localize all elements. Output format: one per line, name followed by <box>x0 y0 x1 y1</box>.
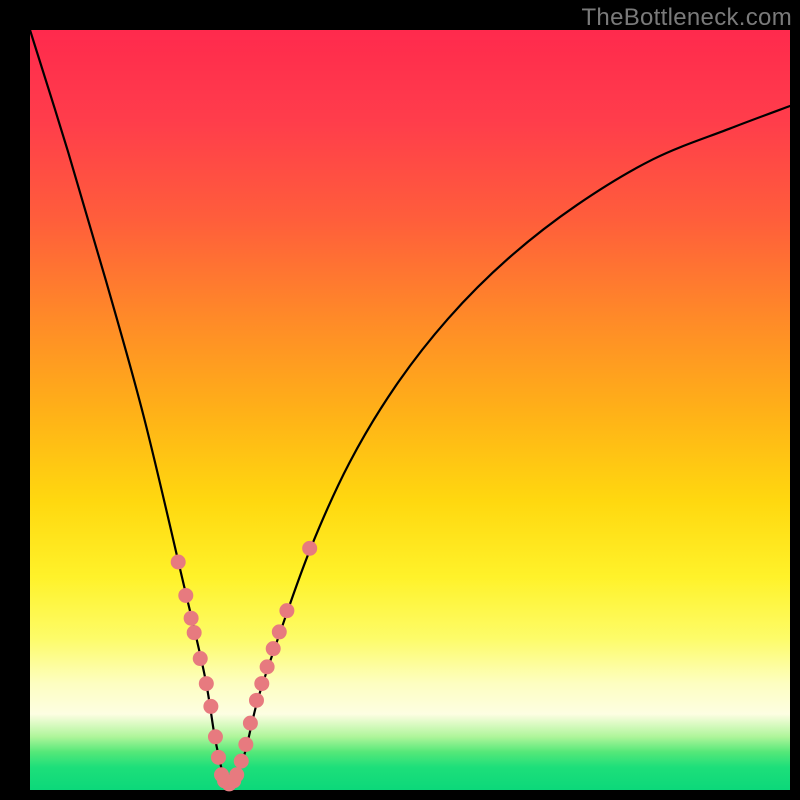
curve-marker <box>272 625 286 639</box>
curve-marker <box>239 737 253 751</box>
curve-marker <box>260 660 274 674</box>
curve-marker <box>187 626 201 640</box>
curve-marker <box>243 716 257 730</box>
curve-marker <box>179 588 193 602</box>
curve-marker <box>234 754 248 768</box>
curve-marker <box>266 642 280 656</box>
chart-frame: TheBottleneck.com <box>0 0 800 800</box>
curve-marker <box>303 541 317 555</box>
watermark-text: TheBottleneck.com <box>581 4 792 32</box>
curve-marker <box>184 611 198 625</box>
chart-svg <box>30 30 790 790</box>
curve-marker <box>249 693 263 707</box>
curve-marker <box>230 768 244 782</box>
bottleneck-curve <box>30 30 790 783</box>
curve-marker <box>171 555 185 569</box>
curve-marker <box>280 604 294 618</box>
curve-marker <box>204 699 218 713</box>
curve-marker <box>208 730 222 744</box>
curve-marker <box>255 677 269 691</box>
plot-area <box>30 30 790 790</box>
curve-marker <box>211 750 225 764</box>
curve-marker <box>199 677 213 691</box>
curve-marker <box>193 652 207 666</box>
